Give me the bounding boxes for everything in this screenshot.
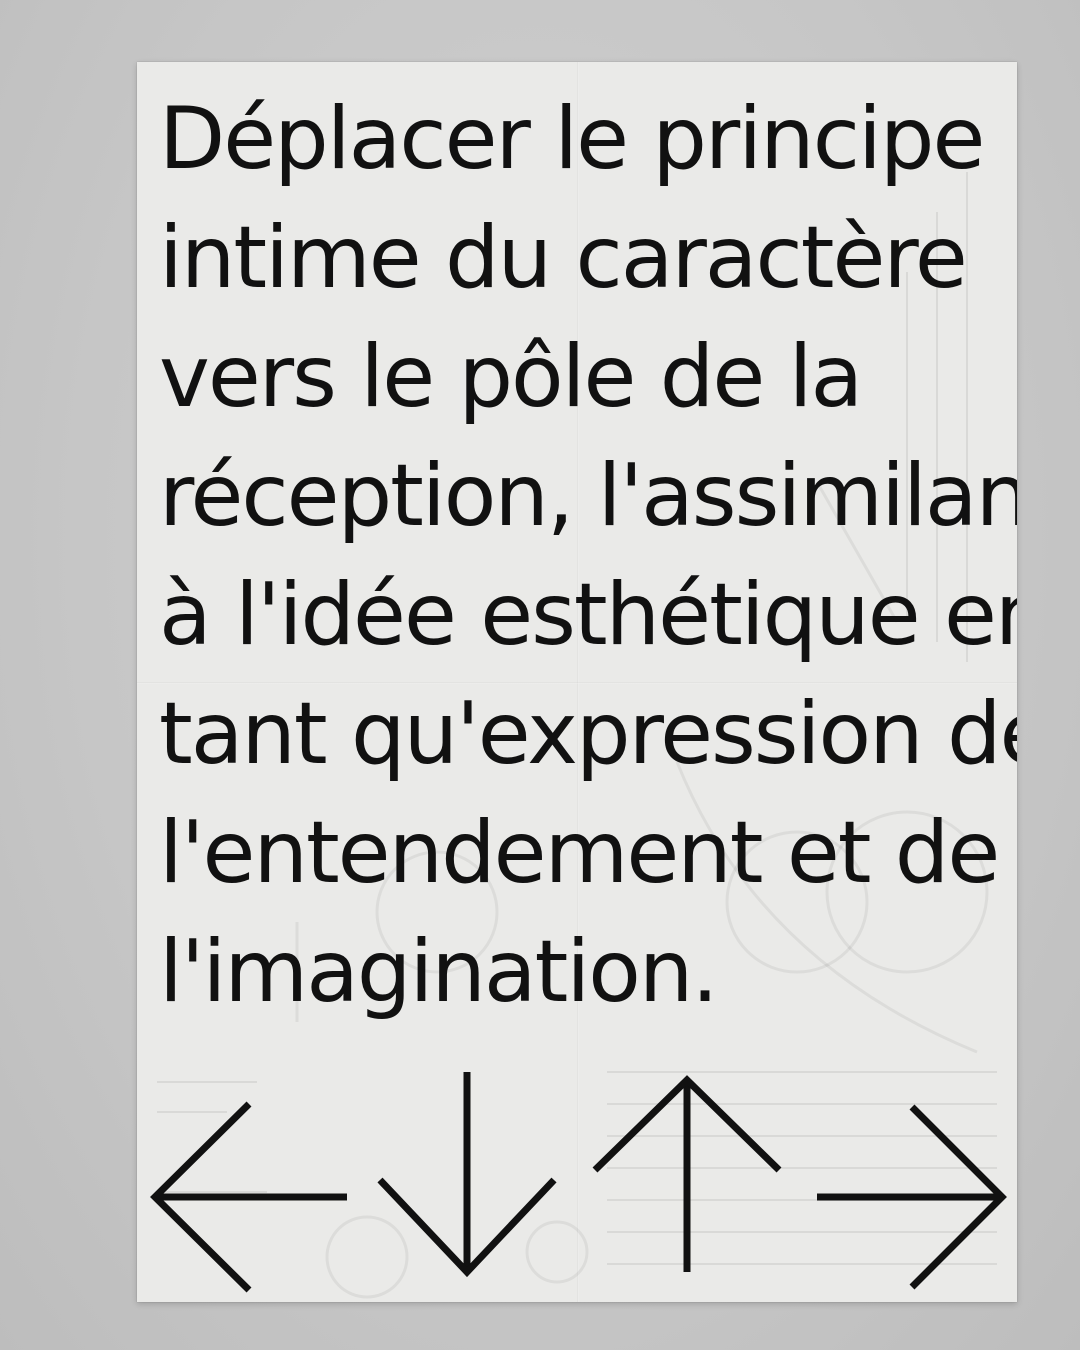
poster-headline: Déplacer le principe intime du caractère… <box>159 80 1017 1032</box>
up-arrow-icon <box>592 1075 782 1272</box>
headline-line: à l'idée esthétique en <box>159 565 1017 665</box>
headline-line: tant qu'expression de <box>159 684 1017 784</box>
headline-line: Déplacer le principe <box>159 89 985 189</box>
headline-line: intime du caractère <box>159 208 968 308</box>
headline-line: l'entendement et de <box>159 803 1000 903</box>
right-arrow-icon <box>817 1104 1007 1290</box>
left-arrow-icon <box>150 1101 347 1293</box>
headline-line: l'imagination. <box>159 922 719 1022</box>
folded-poster: Déplacer le principe intime du caractère… <box>137 62 1017 1302</box>
down-arrow-icon <box>377 1072 557 1278</box>
headline-line: vers le pôle de la <box>159 327 863 427</box>
arrow-row <box>150 1072 1007 1293</box>
headline-line: réception, l'assimilant <box>159 446 1017 546</box>
